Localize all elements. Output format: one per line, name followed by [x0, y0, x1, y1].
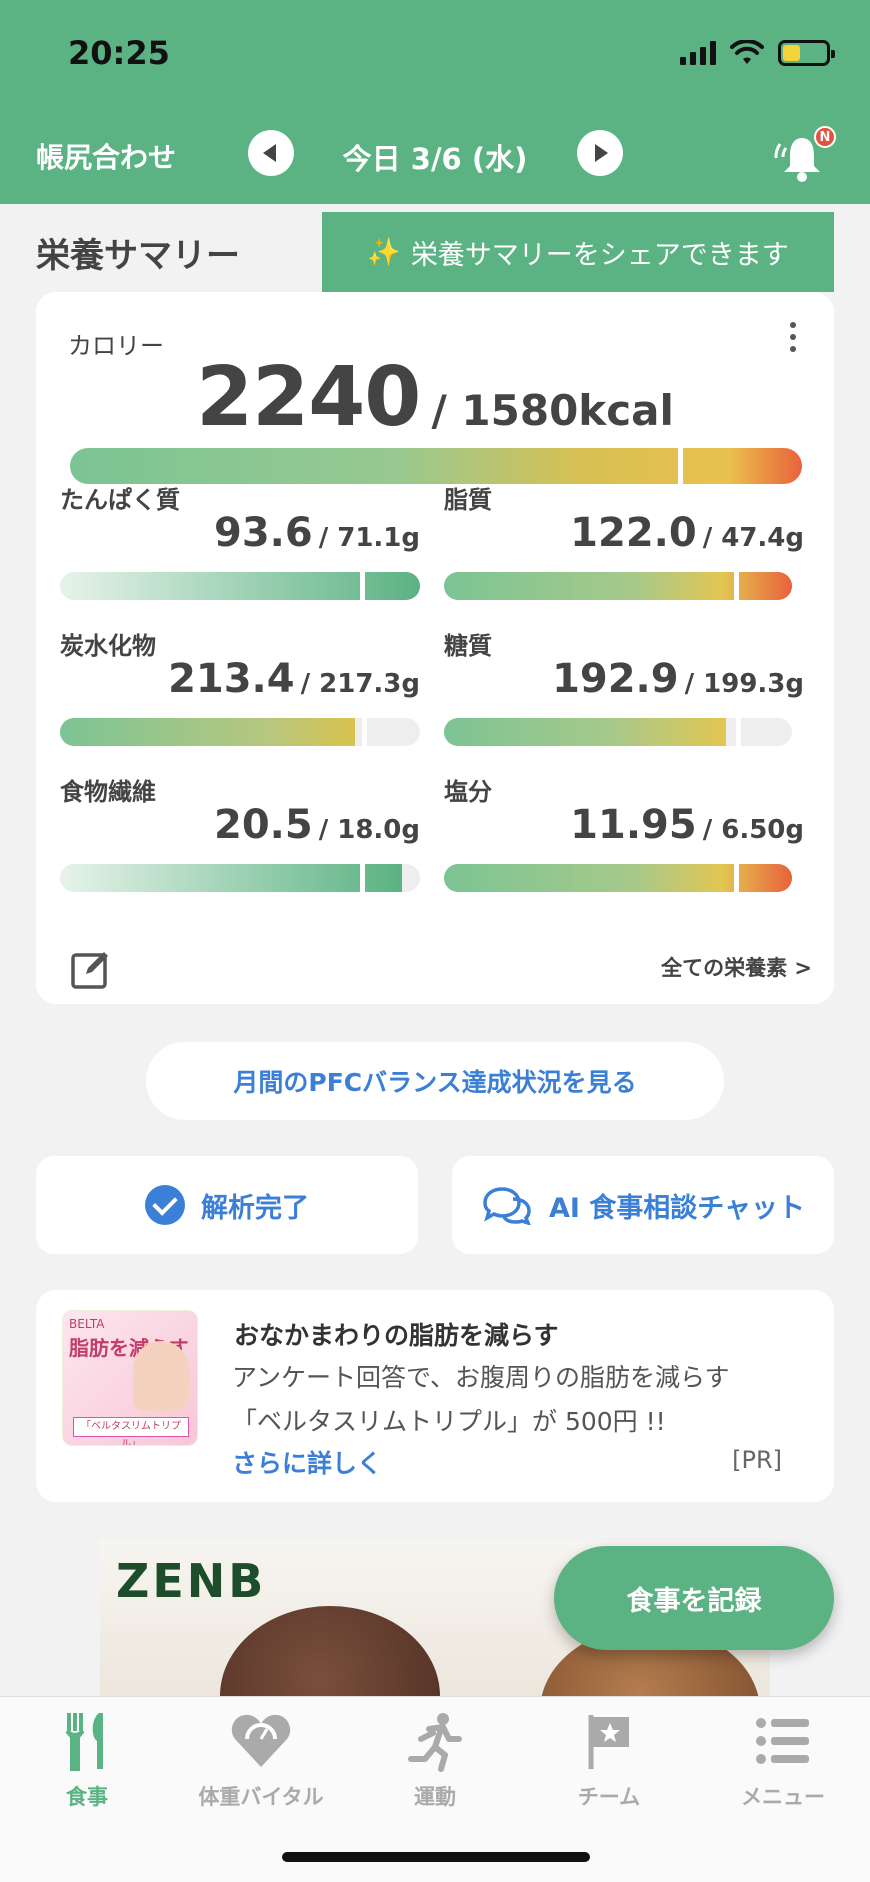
nutrient-label: 炭水化物 [60, 632, 156, 660]
date-nav: 帳尻合わせ 今日 3/6 (水) N [0, 126, 870, 186]
all-nutrients-link[interactable]: 全ての栄養素 > [661, 952, 812, 982]
notification-button[interactable]: N [770, 126, 840, 186]
notification-badge: N [814, 126, 836, 148]
nutrient-bar [444, 864, 792, 892]
nutrient-salt: 塩分 11.95/ 6.50g [444, 772, 804, 912]
status-time: 20:25 [68, 34, 170, 72]
nutrient-label: 塩分 [444, 778, 492, 806]
analysis-complete-button[interactable]: 解析完了 [36, 1156, 418, 1254]
nutrient-value: 93.6/ 71.1g [213, 510, 420, 556]
nutrient-bar [60, 572, 420, 600]
status-icons [680, 40, 835, 66]
home-indicator [282, 1852, 590, 1862]
ad-more-link[interactable]: さらに詳しく [232, 1444, 382, 1480]
app-header: 20:25 帳尻合わせ 今日 3/6 (水) N [0, 0, 870, 204]
record-meal-button[interactable]: 食事を記録 [554, 1546, 834, 1650]
nutrient-value: 192.9/ 199.3g [552, 656, 804, 702]
share-tooltip[interactable]: ✨ 栄養サマリーをシェアできます [322, 212, 834, 306]
battery-icon [778, 40, 835, 66]
ad-pr-label: [PR] [732, 1446, 782, 1474]
tab-meal[interactable]: 食事 [0, 1709, 174, 1819]
nutrient-label: 糖質 [444, 632, 492, 660]
nutrient-protein: たんぱく質 93.6/ 71.1g [60, 480, 420, 620]
nutrition-summary-card: カロリー 2240 / 1580kcal たんぱく質 93.6/ 71.1g 脂… [36, 292, 834, 1004]
sparkle-icon: ✨ [367, 237, 401, 268]
chat-bubbles-icon [483, 1187, 531, 1225]
ad-image[interactable]: BELTA 脂肪を減らす 「ベルタスリムトリプル」 [62, 1310, 198, 1446]
calorie-bar [70, 448, 802, 484]
nutrient-fat: 脂質 122.0/ 47.4g [444, 480, 804, 620]
cellular-signal-icon [680, 41, 716, 65]
list-icon [756, 1718, 809, 1764]
nutrient-bar [60, 718, 420, 746]
nutrient-value: 11.95/ 6.50g [570, 802, 804, 848]
heart-scale-icon [231, 1714, 291, 1767]
nutrient-value: 20.5/ 18.0g [213, 802, 420, 848]
calorie-values: 2240 / 1580kcal [36, 350, 834, 445]
calorie-target: / 1580kcal [431, 386, 674, 435]
share-tooltip-text: 栄養サマリーをシェアできます [410, 239, 789, 271]
ai-chat-label: AI 食事相談チャット [548, 1192, 806, 1224]
nutrient-fiber: 食物繊維 20.5/ 18.0g [60, 772, 420, 912]
nutrient-bar [444, 718, 792, 746]
nutrient-value: 213.4/ 217.3g [168, 656, 420, 702]
tab-menu[interactable]: メニュー [696, 1709, 870, 1819]
calorie-value: 2240 [196, 350, 421, 445]
prev-day-button[interactable] [248, 130, 294, 176]
nutrient-bar [60, 864, 420, 892]
ai-chat-button[interactable]: AI 食事相談チャット [452, 1156, 834, 1254]
tab-team[interactable]: チーム [522, 1709, 696, 1819]
tab-exercise[interactable]: 運動 [348, 1709, 522, 1819]
calorie-target-marker [678, 448, 683, 484]
check-circle-icon [145, 1185, 185, 1225]
chevron-left-icon [263, 144, 276, 162]
analysis-complete-label: 解析完了 [201, 1192, 309, 1224]
wifi-icon [730, 40, 764, 64]
pfc-balance-button[interactable]: 月間のPFCバランス達成状況を見る [146, 1042, 724, 1120]
flag-icon [588, 1715, 629, 1769]
next-day-button[interactable] [577, 130, 623, 176]
nutrition-summary-title: 栄養サマリー [36, 236, 240, 276]
edit-icon[interactable] [70, 948, 112, 990]
ad-card[interactable]: BELTA 脂肪を減らす 「ベルタスリムトリプル」 おなかまわりの脂肪を減らす … [36, 1290, 834, 1502]
balance-adjust-link[interactable]: 帳尻合わせ [36, 136, 176, 176]
current-date[interactable]: 今日 3/6 (水) [290, 136, 580, 178]
fork-knife-icon [65, 1713, 103, 1771]
nutrient-label: 食物繊維 [60, 778, 156, 806]
tab-weight-vitals[interactable]: 体重バイタル [174, 1709, 348, 1819]
nutrient-label: たんぱく質 [60, 486, 180, 514]
ad-title: おなかまわりの脂肪を減らす [234, 1321, 559, 1350]
ad-text: アンケート回答で、お腹周りの脂肪を減らす 「ベルタスリムトリプル」が 500円 … [232, 1363, 730, 1436]
chevron-right-icon [595, 144, 608, 162]
nutrient-label: 脂質 [444, 486, 492, 514]
runner-icon [408, 1713, 462, 1772]
nutrient-bar [444, 572, 792, 600]
more-options-icon[interactable] [790, 322, 796, 352]
nutrient-sugar: 糖質 192.9/ 199.3g [444, 626, 804, 766]
nutrient-value: 122.0/ 47.4g [570, 510, 804, 556]
zenb-logo: ZENB [116, 1554, 267, 1608]
nutrient-carbs: 炭水化物 213.4/ 217.3g [60, 626, 420, 766]
